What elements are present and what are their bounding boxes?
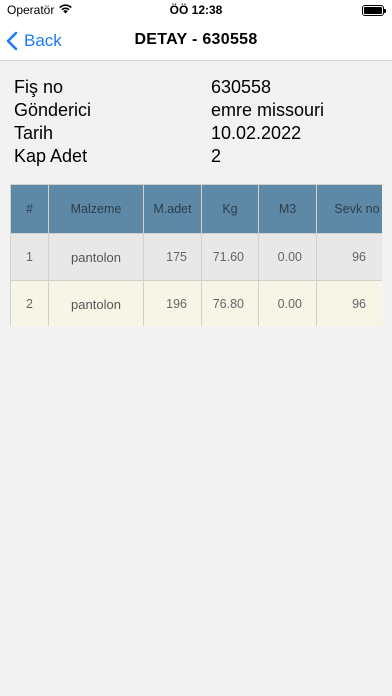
table-row[interactable]: 1 pantolon 175 71.60 0.00 96 (10, 233, 382, 281)
battery-icon (362, 5, 386, 16)
navigation-bar: Back DETAY - 630558 (0, 22, 392, 61)
column-header: M.adet (143, 184, 202, 234)
page-title: DETAY - 630558 (134, 31, 258, 48)
table-cell: 175 (143, 233, 202, 281)
table-cell: 196 (143, 280, 202, 326)
info-label: Tarih (14, 123, 54, 143)
table-cell: 0.00 (258, 280, 317, 326)
table-cell: pantolon (48, 280, 144, 326)
status-time: ÖÖ 12:38 (169, 3, 223, 17)
column-header: Sevk no (316, 184, 382, 234)
info-row-tarih: Tarih 10.02.2022 (14, 122, 384, 145)
table-header-row: # Malzeme M.adet Kg M3 Sevk no (10, 184, 382, 234)
table-cell: 1 (10, 233, 49, 281)
info-value: 10.02.2022 (211, 123, 302, 143)
info-row-kap-adet: Kap Adet 2 (14, 145, 384, 168)
info-value: 630558 (211, 77, 272, 97)
table-cell: pantolon (48, 233, 144, 281)
column-header: # (10, 184, 49, 234)
status-bar: Operatör ÖÖ 12:38 (0, 0, 392, 22)
info-value: 2 (211, 146, 222, 166)
table-cell: 0.00 (258, 233, 317, 281)
column-header: Kg (201, 184, 259, 234)
info-value: emre missouri (211, 100, 325, 120)
info-label: Gönderici (14, 100, 92, 120)
table-row[interactable]: 2 pantolon 196 76.80 0.00 96 (10, 280, 382, 326)
column-header: M3 (258, 184, 317, 234)
table-cell: 96 (316, 233, 382, 281)
detail-info: Fiş no 630558 Gönderici emre missouri Ta… (14, 76, 384, 168)
info-label: Kap Adet (14, 146, 88, 166)
info-label: Fiş no (14, 77, 64, 97)
table-cell: 96 (316, 280, 382, 326)
detail-table-scroll[interactable]: # Malzeme M.adet Kg M3 Sevk no 1 pantolo… (10, 184, 382, 326)
table-cell: 71.60 (201, 233, 259, 281)
info-row-gonderici: Gönderici emre missouri (14, 99, 384, 122)
info-row-fis-no: Fiş no 630558 (14, 76, 384, 99)
table-cell: 2 (10, 280, 49, 326)
column-header: Malzeme (48, 184, 144, 234)
table-cell: 76.80 (201, 280, 259, 326)
detail-table: # Malzeme M.adet Kg M3 Sevk no 1 pantolo… (10, 184, 382, 326)
